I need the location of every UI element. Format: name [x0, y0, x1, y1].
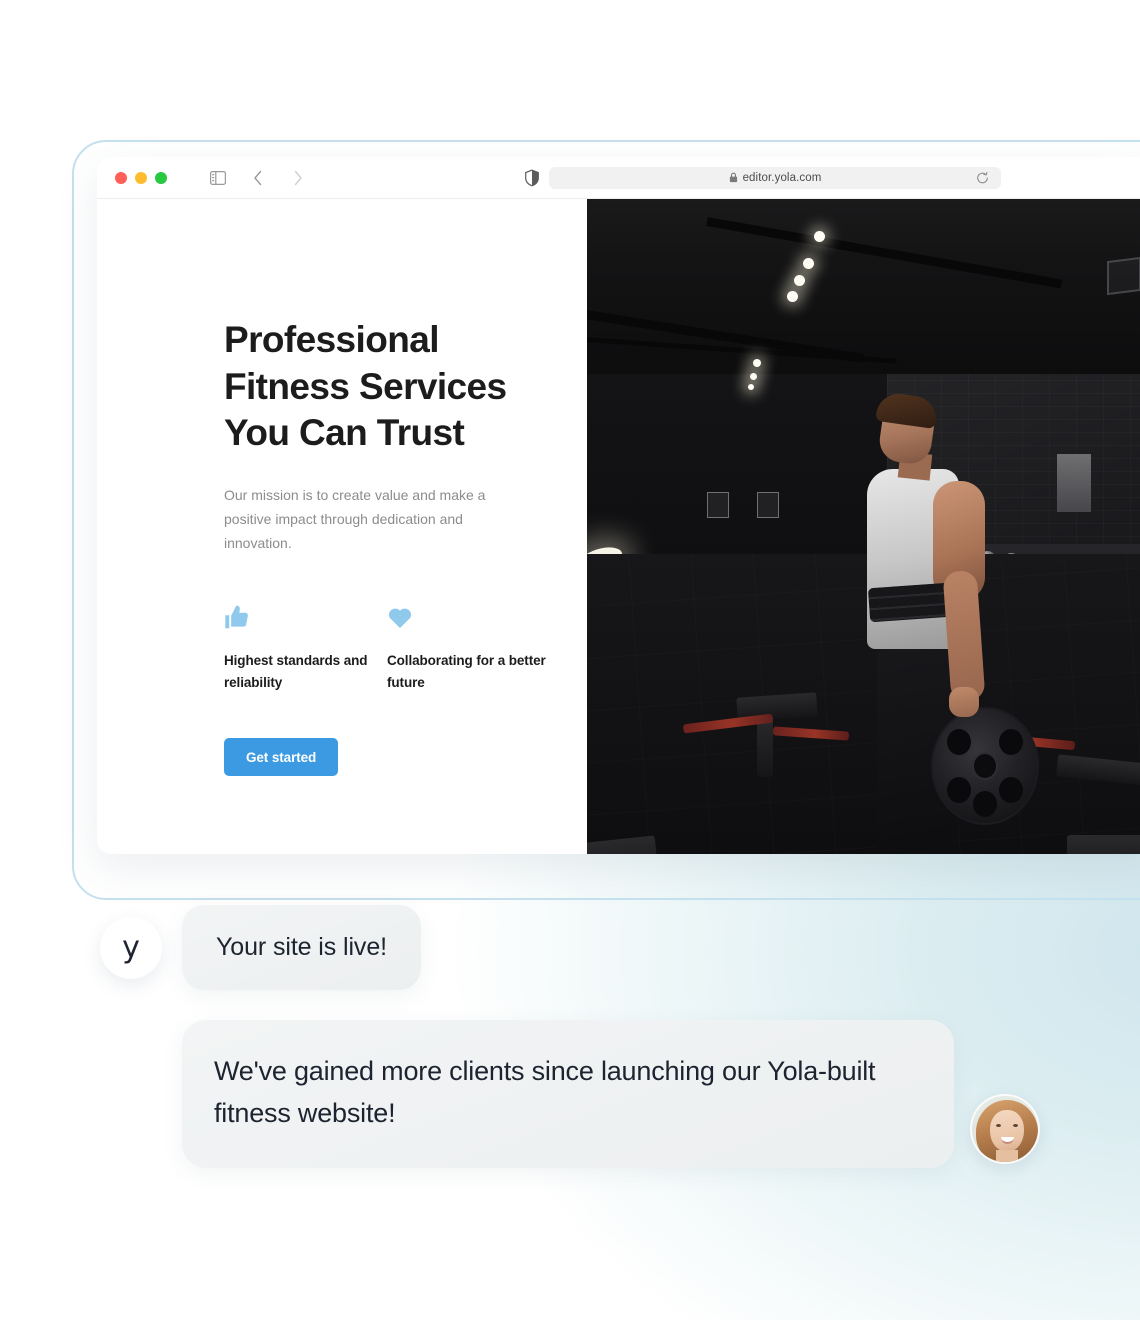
maximize-window-button[interactable] — [155, 171, 167, 184]
chat-bubble-testimonial: We've gained more clients since launchin… — [182, 1020, 954, 1169]
gym-photo — [587, 199, 1140, 854]
feature-item-standards: Highest standards and reliability — [224, 600, 387, 694]
feature-item-collaboration: Collaborating for a better future — [387, 600, 550, 694]
hero-image — [587, 199, 1140, 854]
hero-subtitle: Our mission is to create value and make … — [224, 486, 486, 552]
site-preview: Professional Fitness Services You Can Tr… — [97, 199, 1140, 854]
client-avatar — [970, 1094, 1040, 1165]
chat-message-row-1: y Your site is live! — [100, 905, 421, 990]
shield-icon[interactable] — [525, 169, 539, 186]
close-window-button[interactable] — [115, 171, 127, 184]
hero-text-column: Professional Fitness Services You Can Tr… — [97, 199, 587, 854]
sidebar-toggle-icon[interactable] — [209, 169, 227, 187]
back-chevron-left-icon[interactable] — [249, 169, 267, 187]
url-text: editor.yola.com — [742, 171, 822, 184]
minimize-window-button[interactable] — [135, 171, 147, 184]
lock-icon — [729, 172, 738, 183]
chat-bubble-site-live: Your site is live! — [182, 905, 421, 990]
thumbs-up-icon — [224, 600, 387, 630]
forward-chevron-right-icon[interactable] — [289, 169, 307, 187]
window-traffic-lights[interactable] — [115, 171, 167, 184]
page-title: Professional Fitness Services You Can Tr… — [224, 319, 507, 454]
feature-label: Highest standards and reliability — [224, 653, 368, 691]
weight-plate — [931, 707, 1039, 825]
feature-label: Collaborating for a better future — [387, 653, 546, 691]
browser-window: editor.yola.com Professional Fitness Ser… — [97, 157, 1140, 854]
navigation-controls — [209, 169, 307, 187]
feature-list: Highest standards and reliability Collab… — [224, 600, 587, 694]
address-bar[interactable]: editor.yola.com — [549, 166, 1001, 189]
browser-toolbar: editor.yola.com — [97, 157, 1140, 199]
yola-logo-avatar: y — [100, 916, 162, 979]
athlete-figure — [825, 390, 1039, 854]
heart-icon — [387, 600, 550, 630]
chat-message-row-2: We've gained more clients since launchin… — [182, 1020, 1040, 1169]
reload-icon[interactable] — [976, 171, 989, 184]
get-started-button[interactable]: Get started — [224, 738, 339, 777]
